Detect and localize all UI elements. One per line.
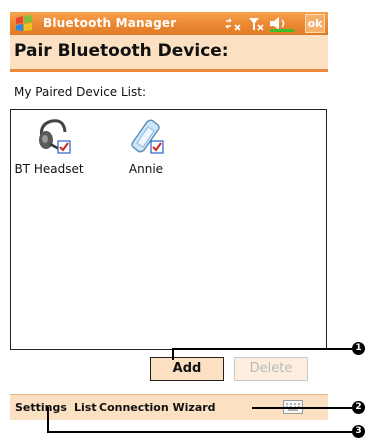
device-label: BT Headset xyxy=(14,162,84,176)
delete-button[interactable]: Delete xyxy=(234,357,308,381)
connectivity-icon[interactable] xyxy=(223,15,243,32)
callout-3-marker: 3 xyxy=(352,425,365,438)
menu-connection-wizard[interactable]: Connection Wizard xyxy=(99,401,216,414)
ok-button[interactable]: ok xyxy=(305,14,325,33)
add-button[interactable]: Add xyxy=(150,357,224,381)
callout-3-leader xyxy=(47,407,49,432)
device-item-annie[interactable]: Annie xyxy=(109,114,183,186)
volume-icon[interactable] xyxy=(268,15,296,32)
menu-list[interactable]: List xyxy=(74,401,97,414)
paired-device-list[interactable]: BT Headset Annie xyxy=(10,109,327,350)
callout-1-leader xyxy=(172,348,174,360)
page-title: Pair Bluetooth Device: xyxy=(14,41,229,61)
device-item-bt-headset[interactable]: BT Headset xyxy=(12,114,86,186)
page-header: Pair Bluetooth Device: xyxy=(10,35,328,72)
signal-off-icon[interactable] xyxy=(247,15,265,32)
device-label: Annie xyxy=(128,162,164,176)
headset-icon xyxy=(39,119,71,154)
callout-1-leader xyxy=(172,348,352,350)
callout-2-marker: 2 xyxy=(352,401,365,414)
menu-settings[interactable]: Settings xyxy=(15,401,67,414)
title-bar: Bluetooth Manager ok xyxy=(10,12,328,36)
window-title: Bluetooth Manager xyxy=(43,16,177,30)
windows-flag-icon[interactable] xyxy=(13,14,37,33)
callout-1-marker: 1 xyxy=(352,342,365,355)
phone-icon xyxy=(131,119,164,154)
paired-device-list-label: My Paired Device List: xyxy=(14,85,147,99)
callout-3-leader xyxy=(47,431,352,433)
callout-2-leader xyxy=(252,407,352,409)
